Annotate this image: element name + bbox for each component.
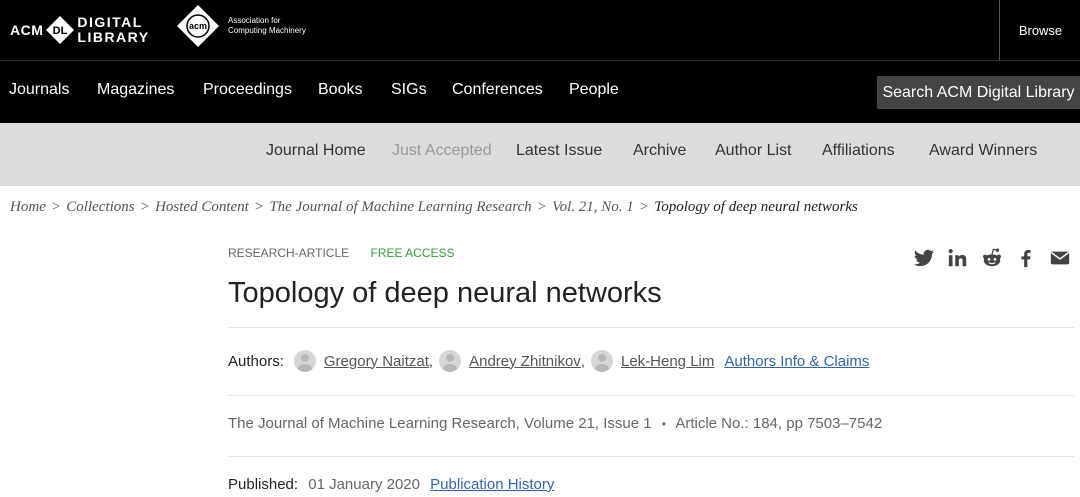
acm-mark-text: acm — [189, 21, 207, 31]
tab-affiliations[interactable]: Affiliations — [822, 142, 895, 160]
acm-diamond-icon: acm — [177, 5, 219, 47]
breadcrumb-separator: > — [639, 199, 649, 215]
citation-bullet: • — [661, 417, 666, 431]
author-name[interactable]: Andrey Zhitnikov — [469, 353, 581, 370]
breadcrumb-current: Topology of deep neural networks — [654, 199, 858, 215]
reddit-icon[interactable] — [981, 247, 1003, 269]
article-title: Topology of deep neural networks — [228, 277, 662, 309]
divider — [228, 456, 1074, 457]
published-label: Published: — [228, 476, 299, 493]
article-number: Article No.: 184 — [675, 415, 778, 432]
publication-history-link[interactable]: Publication History — [430, 476, 554, 493]
breadcrumb-separator: > — [254, 199, 264, 215]
linkedin-icon[interactable] — [947, 247, 969, 269]
volume-label: Volume 21 — [524, 415, 595, 432]
citation-line: The Journal of Machine Learning Research… — [228, 415, 883, 432]
free-access-badge: FREE ACCESS — [370, 246, 455, 260]
published-date: 01 January 2020 — [308, 476, 420, 493]
journal-nav: Journal Home Just Accepted Latest Issue … — [0, 123, 1080, 186]
top-bar: ACM DL DIGITAL LIBRARY acm Association f… — [0, 0, 1080, 60]
page-range: pp 7503–7542 — [786, 415, 883, 432]
dl-badge-text: DL — [53, 25, 68, 37]
nav-people[interactable]: People — [569, 81, 619, 99]
share-bar — [913, 247, 1071, 269]
main-nav: Journals Magazines Proceedings Books SIG… — [0, 60, 1080, 124]
search-acm-button[interactable]: Search ACM Digital Library — [877, 76, 1080, 109]
breadcrumb-volume[interactable]: Vol. 21, No. 1 — [552, 199, 634, 215]
avatar-icon — [590, 350, 613, 372]
dl-logo-text: DIGITAL LIBRARY — [77, 15, 149, 45]
author-comma: , — [580, 352, 585, 370]
facebook-icon[interactable] — [1015, 247, 1037, 269]
breadcrumb-separator: > — [51, 199, 61, 215]
author-item[interactable]: Gregory Naitzat, — [293, 350, 434, 372]
author-name[interactable]: Lek-Heng Lim — [621, 353, 714, 370]
authors-label: Authors: — [228, 352, 284, 370]
article-labels: RESEARCH-ARTICLE FREE ACCESS — [228, 246, 455, 260]
tab-author-list[interactable]: Author List — [715, 142, 791, 160]
avatar-icon — [439, 350, 462, 372]
breadcrumb-separator: > — [537, 199, 547, 215]
authors-info-claims-link[interactable]: Authors Info & Claims — [724, 353, 869, 370]
tab-latest-issue[interactable]: Latest Issue — [516, 142, 602, 160]
article-type-label: RESEARCH-ARTICLE — [228, 246, 350, 260]
breadcrumb-collections[interactable]: Collections — [66, 199, 134, 215]
author-item[interactable]: Andrey Zhitnikov, — [439, 350, 585, 372]
breadcrumb-separator: > — [140, 199, 150, 215]
nav-proceedings[interactable]: Proceedings — [203, 81, 292, 99]
published-row: Published: 01 January 2020 Publication H… — [228, 476, 554, 493]
tab-archive[interactable]: Archive — [633, 142, 686, 160]
tab-just-accepted[interactable]: Just Accepted — [392, 142, 492, 160]
email-icon[interactable] — [1049, 247, 1071, 269]
issue-label: Issue 1 — [603, 415, 652, 432]
dl-badge-icon: DL — [46, 16, 75, 44]
breadcrumb-home[interactable]: Home — [10, 199, 46, 215]
breadcrumb-journal[interactable]: The Journal of Machine Learning Research — [269, 199, 531, 215]
author-name[interactable]: Gregory Naitzat — [324, 353, 429, 370]
avatar-icon — [293, 350, 316, 372]
authors-row: Authors: Gregory Naitzat, Andrey Zhitnik… — [228, 350, 869, 372]
journal-name[interactable]: The Journal of Machine Learning Research — [228, 415, 516, 432]
acm-logo-text: Association for Computing Machinery — [228, 16, 306, 35]
nav-journals[interactable]: Journals — [9, 81, 69, 99]
twitter-icon[interactable] — [913, 247, 935, 269]
acm-dl-logo[interactable]: ACM DL DIGITAL LIBRARY — [10, 8, 150, 52]
tab-award-winners[interactable]: Award Winners — [929, 142, 1037, 160]
acm-logo[interactable]: acm Association for Computing Machinery — [176, 4, 318, 48]
nav-magazines[interactable]: Magazines — [97, 81, 174, 99]
nav-sigs[interactable]: SIGs — [391, 81, 427, 99]
tab-journal-home[interactable]: Journal Home — [266, 142, 366, 160]
author-item[interactable]: Lek-Heng Lim — [590, 350, 714, 372]
dl-logo-line2: LIBRARY — [77, 29, 150, 45]
browse-button[interactable]: Browse — [999, 0, 1080, 60]
dl-logo-line1: DIGITAL — [77, 14, 143, 30]
divider — [228, 395, 1074, 396]
nav-conferences[interactable]: Conferences — [452, 81, 543, 99]
divider — [228, 327, 1074, 328]
nav-books[interactable]: Books — [318, 81, 362, 99]
author-comma: , — [428, 352, 434, 370]
dl-logo-acm: ACM — [10, 22, 44, 38]
breadcrumb-hosted-content[interactable]: Hosted Content — [155, 199, 249, 215]
breadcrumb: Home > Collections > Hosted Content > The Jour… — [10, 199, 858, 216]
